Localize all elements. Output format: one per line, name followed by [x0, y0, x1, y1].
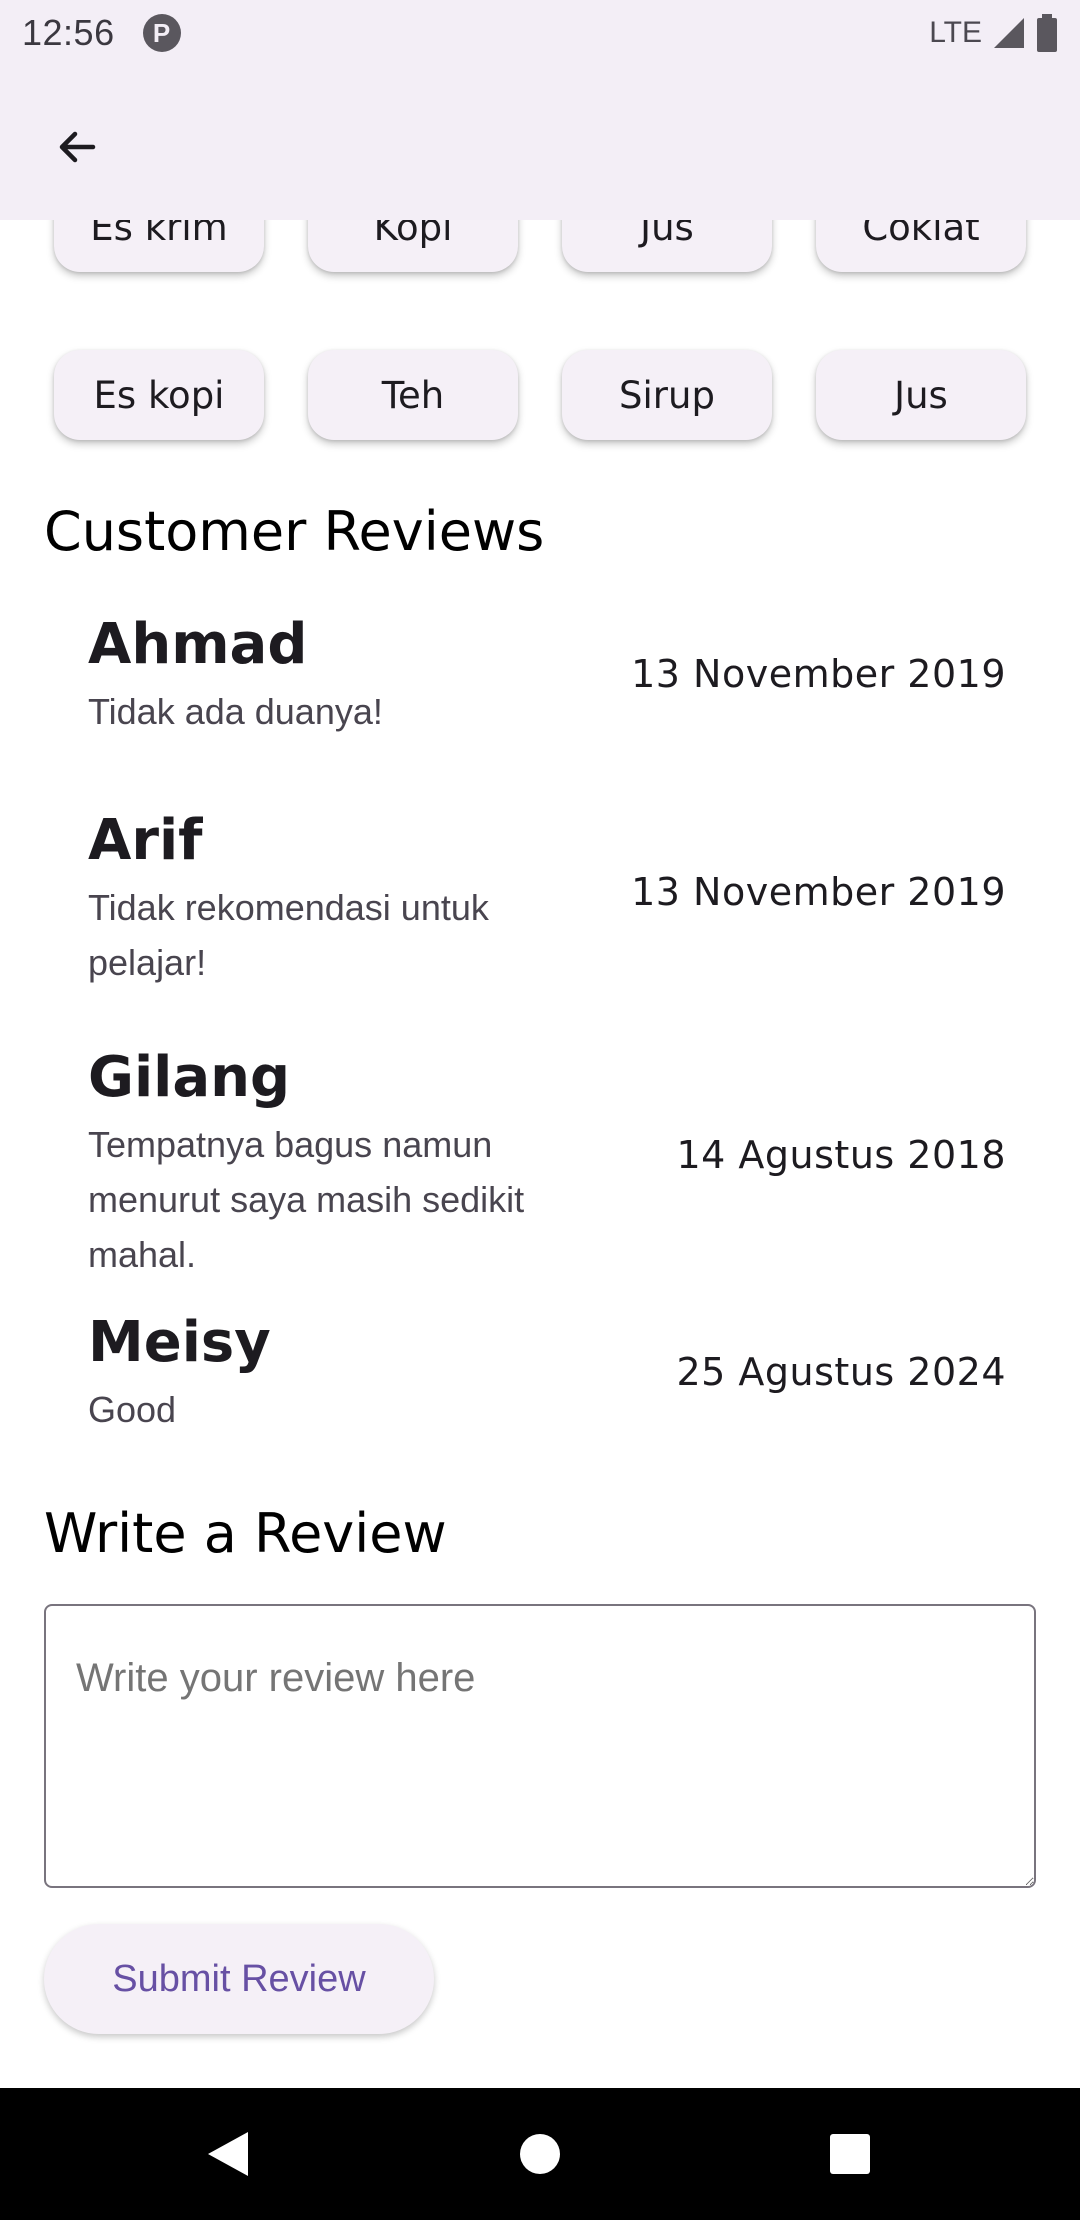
scroll-content[interactable]: Es krim Kopi Jus Coklat Es kopi Teh Siru…	[0, 220, 1080, 2088]
chip-item[interactable]: Teh	[308, 350, 518, 440]
review-date: 13 November 2019	[631, 870, 1006, 914]
app-notification-icon: P	[142, 14, 181, 52]
review-text: Good	[88, 1389, 177, 1430]
review-item: Meisy Good 25 Agustus 2024	[88, 1308, 1006, 1437]
arrow-left-icon	[59, 131, 96, 163]
review-date: 14 Agustus 2018	[676, 1133, 1006, 1177]
chip-row: Es kopi Teh Sirup Jus	[54, 350, 1026, 440]
review-text: Tidak ada duanya!	[88, 691, 383, 732]
review-text: Tempatnya bagus namun menurut saya masih…	[88, 1124, 525, 1275]
review-author: Arif	[88, 808, 203, 873]
app-bar	[0, 66, 1080, 220]
submit-review-button[interactable]: Submit Review	[44, 1924, 434, 2034]
chip-item[interactable]: Jus	[816, 350, 1026, 440]
review-item: Arif Tidak rekomendasi untuk pelajar! 13…	[88, 806, 1006, 990]
status-time: 12:56	[22, 12, 115, 53]
chip-item[interactable]: Kopi	[308, 220, 518, 272]
review-author: Gilang	[88, 1045, 291, 1110]
chip-item[interactable]: Jus	[562, 220, 772, 272]
chip-item[interactable]: Coklat	[816, 220, 1026, 272]
signal-icon	[994, 18, 1024, 48]
chip-item[interactable]: Es kopi	[54, 350, 264, 440]
network-type: LTE	[929, 16, 982, 49]
chip-row: Es krim Kopi Jus Coklat	[54, 220, 1026, 272]
status-icons: LTE	[929, 14, 1058, 52]
review-input[interactable]	[44, 1604, 1036, 1888]
system-nav-bar	[0, 2088, 1080, 2220]
chip-item[interactable]: Sirup	[562, 350, 772, 440]
review-item: Ahmad Tidak ada duanya! 13 November 2019	[88, 610, 1006, 739]
back-button[interactable]	[44, 114, 110, 180]
status-bar: 12:56 P LTE	[0, 0, 1080, 66]
customer-reviews-title: Customer Reviews	[44, 500, 545, 563]
battery-icon	[1037, 14, 1057, 52]
nav-back-icon[interactable]	[200, 2124, 260, 2184]
nav-home-icon[interactable]	[510, 2124, 570, 2184]
review-date: 25 Agustus 2024	[676, 1350, 1006, 1394]
write-review-title: Write a Review	[44, 1502, 447, 1565]
chip-item[interactable]: Es krim	[54, 220, 264, 272]
review-item: Gilang Tempatnya bagus namun menurut say…	[88, 1043, 1006, 1282]
nav-recent-apps-icon[interactable]	[820, 2124, 880, 2184]
review-text: Tidak rekomendasi untuk pelajar!	[88, 887, 489, 983]
review-date: 13 November 2019	[631, 652, 1006, 696]
